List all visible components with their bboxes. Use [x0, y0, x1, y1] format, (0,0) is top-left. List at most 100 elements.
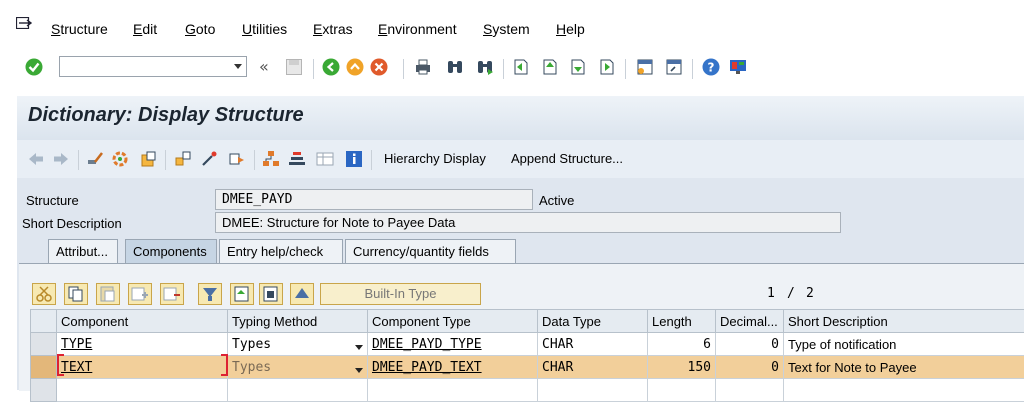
structure-field[interactable]: DMEE_PAYD: [215, 189, 533, 210]
column-header-decimals[interactable]: Decimal...: [716, 310, 784, 333]
arrow-right-icon[interactable]: [52, 150, 70, 168]
chevron-down-icon[interactable]: [234, 64, 242, 69]
decimals-cell[interactable]: 0: [716, 356, 784, 379]
append-structure-button[interactable]: Append Structure...: [511, 151, 623, 166]
decimals-cell[interactable]: 0: [716, 333, 784, 356]
empty-cell[interactable]: [368, 379, 538, 402]
row-selector[interactable]: [31, 333, 57, 356]
chevron-down-icon[interactable]: [355, 345, 363, 350]
arrow-left-icon[interactable]: [27, 150, 45, 168]
typing-method-cell[interactable]: Types: [228, 356, 368, 379]
row-selector-header[interactable]: [31, 310, 57, 333]
first-screen-button[interactable]: [230, 283, 254, 305]
column-header-length[interactable]: Length: [648, 310, 716, 333]
delete-row-button[interactable]: [160, 283, 184, 305]
insert-row-button[interactable]: [128, 283, 152, 305]
hierarchy-display-button[interactable]: Hierarchy Display: [384, 151, 486, 166]
activate-icon[interactable]: [111, 150, 129, 168]
menu-utilities[interactable]: Utilities: [242, 21, 287, 37]
find-next-icon[interactable]: [476, 58, 494, 76]
menu-environment[interactable]: Environment: [378, 21, 457, 37]
insert-row-icon: [129, 284, 151, 304]
tab-components[interactable]: Components: [125, 239, 217, 263]
page-separator: /: [787, 286, 795, 301]
builtin-type-button[interactable]: Built-In Type: [320, 283, 481, 305]
help-icon[interactable]: ?: [702, 58, 720, 76]
column-header-data-type[interactable]: Data Type: [538, 310, 648, 333]
filter-button[interactable]: [198, 283, 222, 305]
menu-structure[interactable]: Structure: [51, 21, 108, 37]
menu-edit[interactable]: Edit: [133, 21, 157, 37]
component-type-cell[interactable]: DMEE_PAYD_TEXT: [368, 356, 538, 379]
empty-cell[interactable]: [648, 379, 716, 402]
hierarchy-icon[interactable]: [262, 150, 280, 168]
layout-icon[interactable]: [729, 58, 747, 76]
table-view-icon[interactable]: [316, 150, 334, 168]
short-description-cell[interactable]: Type of notification: [784, 333, 1024, 356]
length-cell[interactable]: 6: [648, 333, 716, 356]
info-icon[interactable]: [345, 150, 363, 168]
component-type-value: DMEE_PAYD_TEXT: [372, 360, 482, 375]
new-session-icon[interactable]: [636, 58, 654, 76]
empty-cell[interactable]: [716, 379, 784, 402]
chevron-down-icon[interactable]: [355, 368, 363, 373]
menu-extras[interactable]: Extras: [313, 21, 353, 37]
where-used-icon[interactable]: [174, 150, 192, 168]
cancel-icon[interactable]: [370, 58, 388, 76]
empty-cell[interactable]: [538, 379, 648, 402]
toolbar-separator: [254, 150, 255, 170]
data-type-cell[interactable]: CHAR: [538, 333, 648, 356]
double-chevron-left-icon[interactable]: «: [259, 57, 269, 76]
sort-icon[interactable]: [288, 150, 306, 168]
command-field[interactable]: [59, 56, 247, 77]
magic-wand-icon[interactable]: [200, 150, 218, 168]
cut-row-button[interactable]: [32, 283, 56, 305]
column-header-short-description[interactable]: Short Description: [784, 310, 1024, 333]
last-page-icon[interactable]: [598, 58, 616, 76]
table-row-empty[interactable]: [31, 379, 1024, 402]
empty-cell[interactable]: [784, 379, 1024, 402]
cell-cursor-left: [57, 354, 64, 376]
next-page-icon[interactable]: [569, 58, 587, 76]
shortcut-icon[interactable]: [665, 58, 683, 76]
display-change-icon[interactable]: [86, 150, 104, 168]
tab-attributes[interactable]: Attribut...: [48, 239, 118, 263]
other-object-icon[interactable]: [139, 150, 157, 168]
empty-cell[interactable]: [228, 379, 368, 402]
column-header-component[interactable]: Component: [57, 310, 228, 333]
typing-method-cell[interactable]: Types: [228, 333, 368, 356]
row-selector[interactable]: [31, 356, 57, 379]
menu-goto[interactable]: Goto: [185, 21, 215, 37]
copy-row-button[interactable]: [64, 283, 88, 305]
print-icon[interactable]: [414, 58, 432, 76]
length-cell[interactable]: 150: [648, 356, 716, 379]
page-button[interactable]: [259, 283, 283, 305]
paste-row-button[interactable]: [96, 283, 120, 305]
first-page-icon[interactable]: [512, 58, 530, 76]
navigate-icon[interactable]: [228, 150, 246, 168]
enter-icon[interactable]: [25, 58, 43, 76]
short-description-field[interactable]: DMEE: Structure for Note to Payee Data: [215, 212, 841, 233]
component-cell[interactable]: TEXT: [57, 356, 228, 379]
component-type-cell[interactable]: DMEE_PAYD_TYPE: [368, 333, 538, 356]
menu-system[interactable]: System: [483, 21, 530, 37]
tab-currency-quantity[interactable]: Currency/quantity fields: [345, 239, 516, 263]
table-row-selected[interactable]: TEXT Types DMEE_PAYD_TEXT CHAR 150 0 Tex…: [31, 356, 1024, 379]
column-header-component-type[interactable]: Component Type: [368, 310, 538, 333]
component-cell[interactable]: TYPE: [57, 333, 228, 356]
last-screen-button[interactable]: [290, 283, 314, 305]
short-description-cell[interactable]: Text for Note to Payee: [784, 356, 1024, 379]
back-icon[interactable]: [322, 58, 340, 76]
data-type-cell[interactable]: CHAR: [538, 356, 648, 379]
column-header-typing-method[interactable]: Typing Method: [228, 310, 368, 333]
menu-icon[interactable]: [16, 17, 32, 29]
empty-cell[interactable]: [57, 379, 228, 402]
row-selector[interactable]: [31, 379, 57, 402]
exit-icon[interactable]: [346, 58, 364, 76]
previous-page-icon[interactable]: [541, 58, 559, 76]
component-value: TYPE: [61, 337, 92, 352]
menu-help[interactable]: Help: [556, 21, 585, 37]
find-icon[interactable]: [446, 58, 464, 76]
table-row[interactable]: TYPE Types DMEE_PAYD_TYPE CHAR 6 0 Type …: [31, 333, 1024, 356]
tab-entry-help[interactable]: Entry help/check: [219, 239, 343, 263]
